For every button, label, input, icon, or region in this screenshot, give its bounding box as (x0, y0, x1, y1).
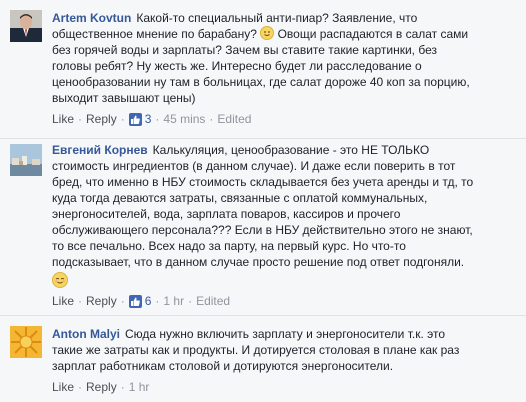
comment-actions: Like · Reply · 3 · 45 mins · Edited (52, 111, 518, 127)
comment-body: Artem Kovtun Какой-то специальный анти-пи… (52, 10, 518, 106)
comment-text-line: стоимость ингредиентов (в данном случае)… (52, 159, 456, 173)
comment-text-line: общественное мнение по барабану? (52, 27, 257, 41)
like-link[interactable]: Like (52, 293, 74, 309)
like-count: 6 (144, 294, 152, 308)
separator-dot: · (78, 112, 83, 126)
comment-text-line: Сюда нужно включить зарплату и энергонос… (125, 327, 446, 341)
separator-dot: · (78, 380, 83, 394)
reply-link[interactable]: Reply (86, 111, 117, 127)
comment-author[interactable]: Anton Malyi (52, 327, 120, 341)
comment-author[interactable]: Artem Kovtun (52, 11, 131, 25)
comment-author[interactable]: Евгений Корнев (52, 143, 148, 157)
comment-anton-malyi: Anton Malyi Сюда нужно включить зарплату … (0, 316, 526, 402)
comment-time[interactable]: 45 mins (163, 111, 205, 127)
thumbs-up-icon (128, 112, 142, 126)
comment-body: Anton Malyi Сюда нужно включить зарплату … (52, 326, 518, 374)
comment-text-line: бред, что именно в НБУ стоимость складыв… (52, 175, 474, 189)
like-link[interactable]: Like (52, 379, 74, 395)
avatar[interactable] (10, 10, 42, 42)
separator-dot: · (78, 294, 83, 308)
reply-link[interactable]: Reply (86, 293, 117, 309)
comment-time[interactable]: 1 hr (129, 379, 150, 395)
comment-actions: Like · Reply · 1 hr (52, 379, 518, 395)
reply-link[interactable]: Reply (86, 379, 117, 395)
separator-dot: · (188, 294, 193, 308)
comment-text-line: энергоносителей, вода, зарплата поваров,… (52, 207, 401, 221)
comment-text-line: подсказывает, что в данном случае просто… (52, 255, 465, 269)
comment-text-line: обслуживающего персонала??? Если в НБУ д… (52, 223, 473, 237)
edited-label[interactable]: Edited (217, 111, 251, 127)
comment-text-line: выходит завышают цены) (52, 91, 196, 105)
edited-label[interactable]: Edited (196, 293, 230, 309)
separator-dot: · (120, 380, 125, 394)
relieved-emoji-icon (52, 272, 68, 288)
comment-text-line: ценообразовании ну там в больницах, где … (52, 75, 470, 89)
comment-artem-kovtun: Artem Kovtun Какой-то специальный анти-пи… (0, 0, 526, 138)
comment-text-line: без горячей воды и зарплаты? Зачем вы ст… (52, 43, 437, 57)
emoji-row (52, 270, 518, 290)
comment-text-line: Овощи распадаются в салат сами (277, 27, 469, 41)
comment-text-line: головы ребят? Ну жесть же. Интересно буд… (52, 59, 422, 73)
comment-text-line: куда тогда деваются затраты, связанные с… (52, 191, 428, 205)
comment-body: Евгений Корнев Калькуляция, ценообразован… (52, 142, 518, 270)
separator-dot: · (120, 112, 125, 126)
separator-dot: · (155, 112, 160, 126)
separator-dot: · (120, 294, 125, 308)
separator-dot: · (209, 112, 214, 126)
comment-time[interactable]: 1 hr (163, 293, 184, 309)
like-link[interactable]: Like (52, 111, 74, 127)
avatar[interactable] (10, 144, 42, 176)
like-count-badge[interactable]: 6 (128, 293, 152, 309)
like-count-badge[interactable]: 3 (128, 111, 152, 127)
comment-text-line: Калькуляция, ценообразование - это НЕ ТО… (152, 143, 430, 157)
avatar[interactable] (10, 326, 42, 358)
comment-actions: Like · Reply · 6 · 1 hr · Edited (52, 293, 518, 309)
comment-text-line: зарплат работникам столовой и дотируются… (52, 359, 394, 373)
comment-text-line: такие же затраты как и продукты. И дотир… (52, 343, 460, 357)
like-count: 3 (144, 112, 152, 126)
slightly-smiling-emoji-icon (260, 26, 275, 40)
comment-evgeniy-kornev: Евгений Корнев Калькуляция, ценообразован… (0, 139, 526, 315)
separator-dot: · (155, 294, 160, 308)
comment-text-line: то все печально. Всех надо за парту, на … (52, 239, 406, 253)
comment-text-line: Какой-то специальный анти-пиар? Заявлени… (136, 11, 418, 25)
thumbs-up-icon (128, 294, 142, 308)
